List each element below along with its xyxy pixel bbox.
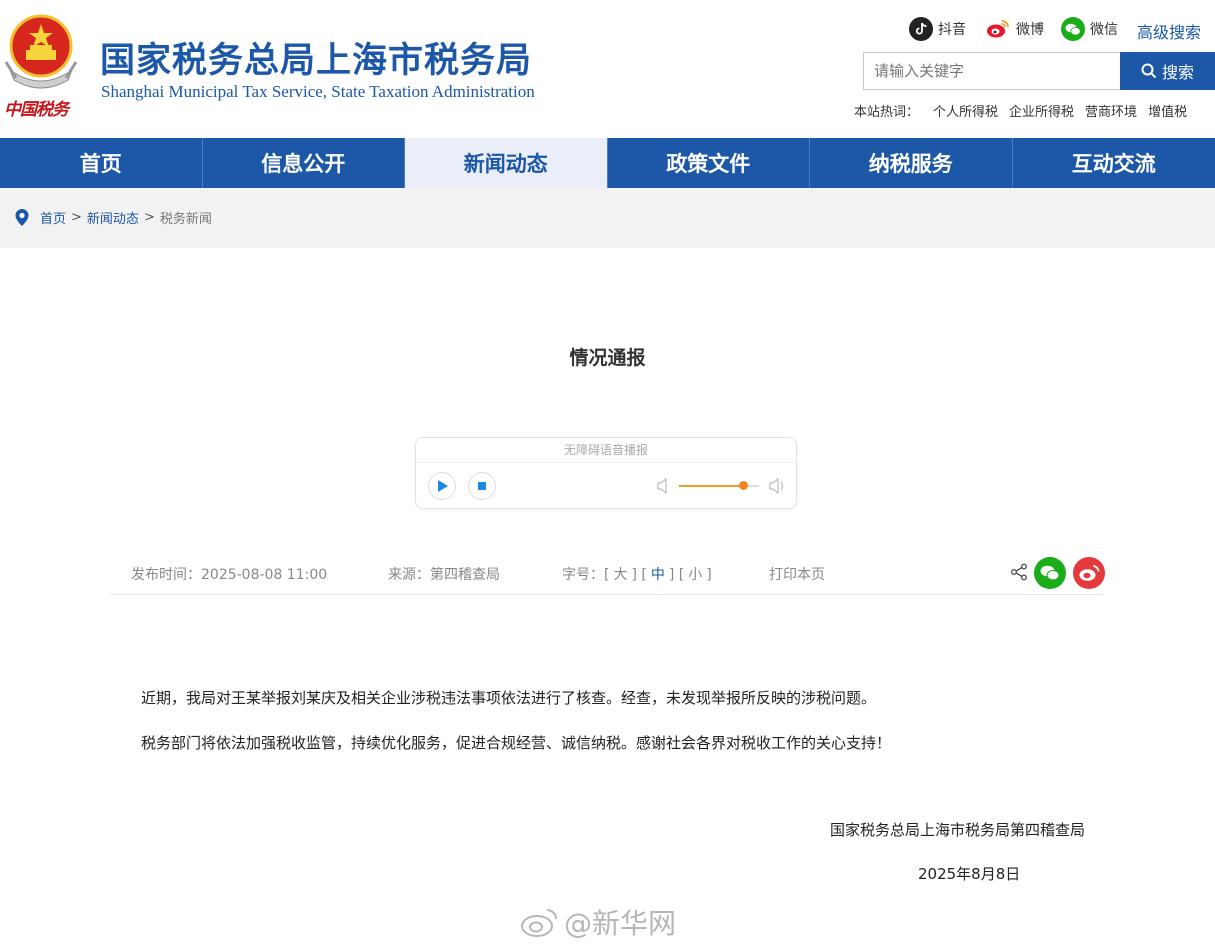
weibo-link[interactable]: 微博: [985, 16, 1044, 42]
national-emblem-icon[interactable]: [2, 12, 80, 92]
hot-word-link[interactable]: 个人所得税: [933, 101, 998, 120]
play-button[interactable]: [428, 472, 456, 500]
weibo-icon: [1079, 565, 1100, 581]
breadcrumb: 首页 > 新闻动态 > 税务新闻: [14, 208, 212, 227]
breadcrumb-separator: >: [71, 210, 82, 225]
font-size-medium-button[interactable]: 中: [651, 567, 665, 583]
stop-button[interactable]: [468, 472, 496, 500]
site-header: 中国税务 国家税务总局上海市税务局 Shanghai Municipal Tax…: [0, 0, 1215, 138]
article-signature: 国家税务总局上海市税务局第四稽查局: [830, 821, 1086, 839]
font-size-small-button[interactable]: 小: [688, 567, 702, 583]
font-size-control: 字号：[大] [中] [小]: [562, 567, 712, 583]
wechat-link[interactable]: 微信: [1061, 16, 1118, 42]
wechat-icon: [1040, 565, 1060, 581]
hot-word-link[interactable]: 营商环境: [1085, 101, 1137, 120]
breadcrumb-separator: >: [143, 210, 155, 225]
site-title[interactable]: 国家税务总局上海市税务局: [100, 32, 532, 83]
watermark: @新华网: [520, 902, 676, 942]
publish-time: 2025-08-08 11:00: [201, 567, 328, 583]
weibo-watermark-icon: [521, 909, 557, 937]
breadcrumb-news[interactable]: 新闻动态: [87, 208, 139, 227]
article-title: 情况通报: [569, 347, 646, 369]
volume-slider-fill: [679, 485, 743, 487]
article-meta: 发布时间：2025-08-08 11:00 来源：第四稽查局 字号：[大] [中…: [110, 557, 1105, 595]
search-button-label: 搜索: [1161, 63, 1194, 82]
font-size-label: 字号：: [562, 567, 604, 583]
share-wechat-button[interactable]: [1034, 557, 1066, 589]
volume-max-icon[interactable]: [769, 478, 787, 494]
breadcrumb-home[interactable]: 首页: [40, 208, 66, 227]
source-value: 第四稽查局: [430, 567, 500, 583]
nav-item-news[interactable]: 新闻动态: [405, 138, 608, 188]
article-paragraph: 近期，我局对王某举报刘某庆及相关企业涉税违法事项依法进行了核查。经查，未发现举报…: [141, 689, 877, 707]
advanced-search-link[interactable]: 高级搜索: [1137, 19, 1201, 43]
main-nav: 首页 信息公开 新闻动态 政策文件 纳税服务 互动交流: [0, 138, 1215, 188]
breadcrumb-bar: 首页 > 新闻动态 > 税务新闻: [0, 188, 1215, 248]
source-info: 来源：第四稽查局: [388, 564, 500, 584]
douyin-icon: [909, 17, 933, 41]
article-paragraph: 税务部门将依法加强税收监管，持续优化服务，促进合规经营、诚信纳税。感谢社会各界对…: [141, 734, 892, 752]
volume-slider[interactable]: [679, 481, 759, 490]
search-button[interactable]: 搜索: [1120, 52, 1215, 90]
hot-word-link[interactable]: 企业所得税: [1009, 101, 1074, 120]
audio-player-label: 无障碍语音播报: [416, 438, 796, 463]
article-date: 2025年8月8日: [918, 865, 1021, 883]
source-label: 来源：: [388, 567, 430, 583]
search-input[interactable]: 请输入关键字: [863, 52, 1120, 90]
font-size-large-button[interactable]: 大: [613, 567, 627, 583]
stop-icon: [478, 482, 486, 490]
wechat-icon: [1061, 17, 1085, 41]
nav-item-tax-service[interactable]: 纳税服务: [810, 138, 1013, 188]
nav-item-policy[interactable]: 政策文件: [608, 138, 810, 188]
douyin-link[interactable]: 抖音: [909, 16, 966, 42]
share-weibo-button[interactable]: [1073, 557, 1105, 589]
hot-word-link[interactable]: 增值税: [1148, 101, 1187, 120]
location-pin-icon: [15, 209, 29, 226]
search-icon: [1141, 63, 1157, 79]
breadcrumb-current[interactable]: 税务新闻: [160, 208, 212, 227]
hot-words-label: 本站热词：: [854, 105, 920, 120]
douyin-label: 抖音: [938, 22, 966, 38]
play-icon: [438, 480, 448, 492]
publish-info: 发布时间：2025-08-08 11:00: [131, 564, 327, 584]
logo-script-text: 中国税务: [4, 100, 69, 120]
nav-item-info-disclosure[interactable]: 信息公开: [203, 138, 405, 188]
hot-words: 本站热词： 个人所得税 企业所得税 营商环境 增值税: [854, 101, 1198, 120]
nav-item-home[interactable]: 首页: [0, 138, 203, 188]
watermark-text: @新华网: [564, 907, 677, 940]
weibo-label: 微博: [1016, 22, 1044, 38]
nav-item-interaction[interactable]: 互动交流: [1013, 138, 1215, 188]
volume-slider-handle[interactable]: [738, 481, 748, 490]
publish-time-label: 发布时间：: [131, 567, 201, 583]
print-button[interactable]: 打印本页: [769, 564, 825, 584]
audio-player: 无障碍语音播报: [415, 437, 797, 509]
wechat-label: 微信: [1090, 22, 1118, 38]
weibo-icon: [985, 17, 1011, 41]
volume-mute-icon[interactable]: [657, 478, 669, 494]
site-subtitle: Shanghai Municipal Tax Service, State Ta…: [101, 82, 535, 101]
share-icon[interactable]: [1010, 563, 1028, 581]
